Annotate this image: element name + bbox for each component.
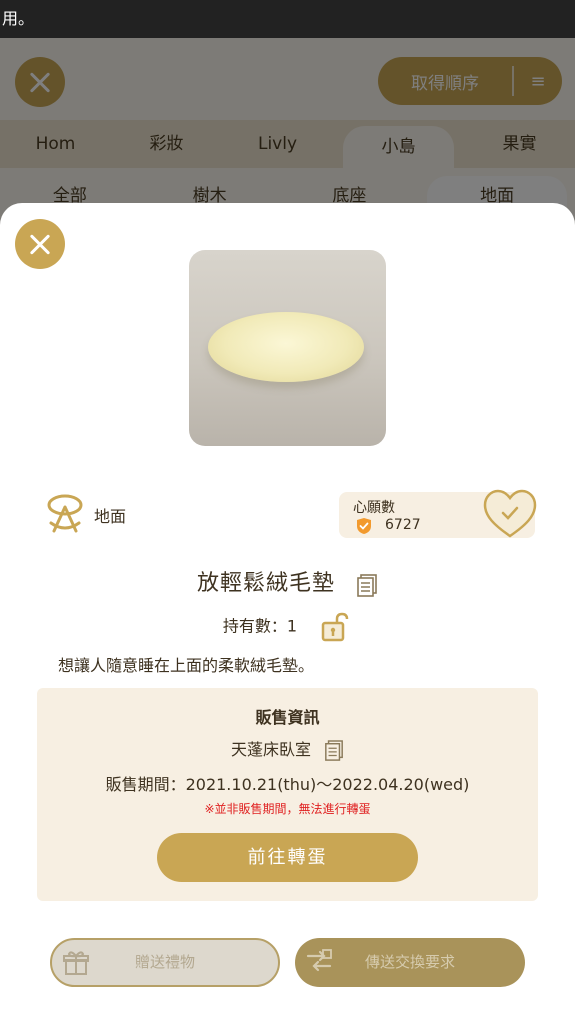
wishlist-label: 心願數 bbox=[353, 500, 395, 516]
status-bar: 用。 bbox=[0, 0, 575, 38]
item-description: 想讓人隨意睡在上面的柔軟絨毛墊。 bbox=[58, 656, 315, 675]
wishlist-count: 6727 bbox=[385, 517, 421, 533]
close-button[interactable] bbox=[15, 219, 65, 269]
item-detail-sheet: 地面 心願數 6727 放輕鬆絨毛墊 持有數：1 想讓人隨意睡在上面的柔軟絨毛墊… bbox=[0, 203, 575, 1024]
sale-info-title: 販售資訊 bbox=[255, 708, 320, 727]
owned-count-row: 持有數：1 bbox=[0, 611, 575, 643]
gacha-copy-icon[interactable] bbox=[324, 739, 344, 762]
status-bar-text: 用。 bbox=[2, 9, 35, 28]
owned-count: 持有數：1 bbox=[222, 616, 298, 636]
sale-period: 販售期間：2021.10.21(thu)～2022.04.20(wed) bbox=[105, 775, 470, 794]
item-category: 地面 bbox=[46, 493, 126, 537]
sale-warning: ※並非販售期間，無法進行轉蛋 bbox=[204, 802, 371, 816]
sale-info-box: 販售資訊 天蓬床臥室 販售期間：2021.10.21(thu)～2022.04.… bbox=[37, 688, 538, 901]
item-name-row: 放輕鬆絨毛墊 bbox=[0, 565, 575, 598]
gacha-name-row: 天蓬床臥室 bbox=[37, 736, 538, 762]
unlock-icon[interactable] bbox=[320, 611, 352, 643]
gacha-name: 天蓬床臥室 bbox=[230, 740, 311, 759]
ground-category-icon bbox=[47, 494, 83, 533]
trade-request-label: 傳送交換要求 bbox=[364, 953, 455, 971]
item-image bbox=[189, 250, 386, 446]
wishlist-heart-button[interactable] bbox=[482, 488, 538, 540]
category-label: 地面 bbox=[94, 507, 127, 526]
item-name: 放輕鬆絨毛墊 bbox=[196, 571, 335, 596]
copy-icon[interactable] bbox=[356, 573, 378, 598]
go-to-gacha-button[interactable]: 前往轉蛋 bbox=[157, 833, 418, 882]
send-gift-label: 贈送禮物 bbox=[134, 953, 195, 971]
trade-request-button[interactable]: 傳送交換要求 bbox=[295, 938, 525, 987]
shield-icon bbox=[357, 518, 371, 534]
send-gift-button[interactable]: 贈送禮物 bbox=[50, 938, 280, 987]
fluffy-mat-illustration bbox=[208, 312, 364, 382]
